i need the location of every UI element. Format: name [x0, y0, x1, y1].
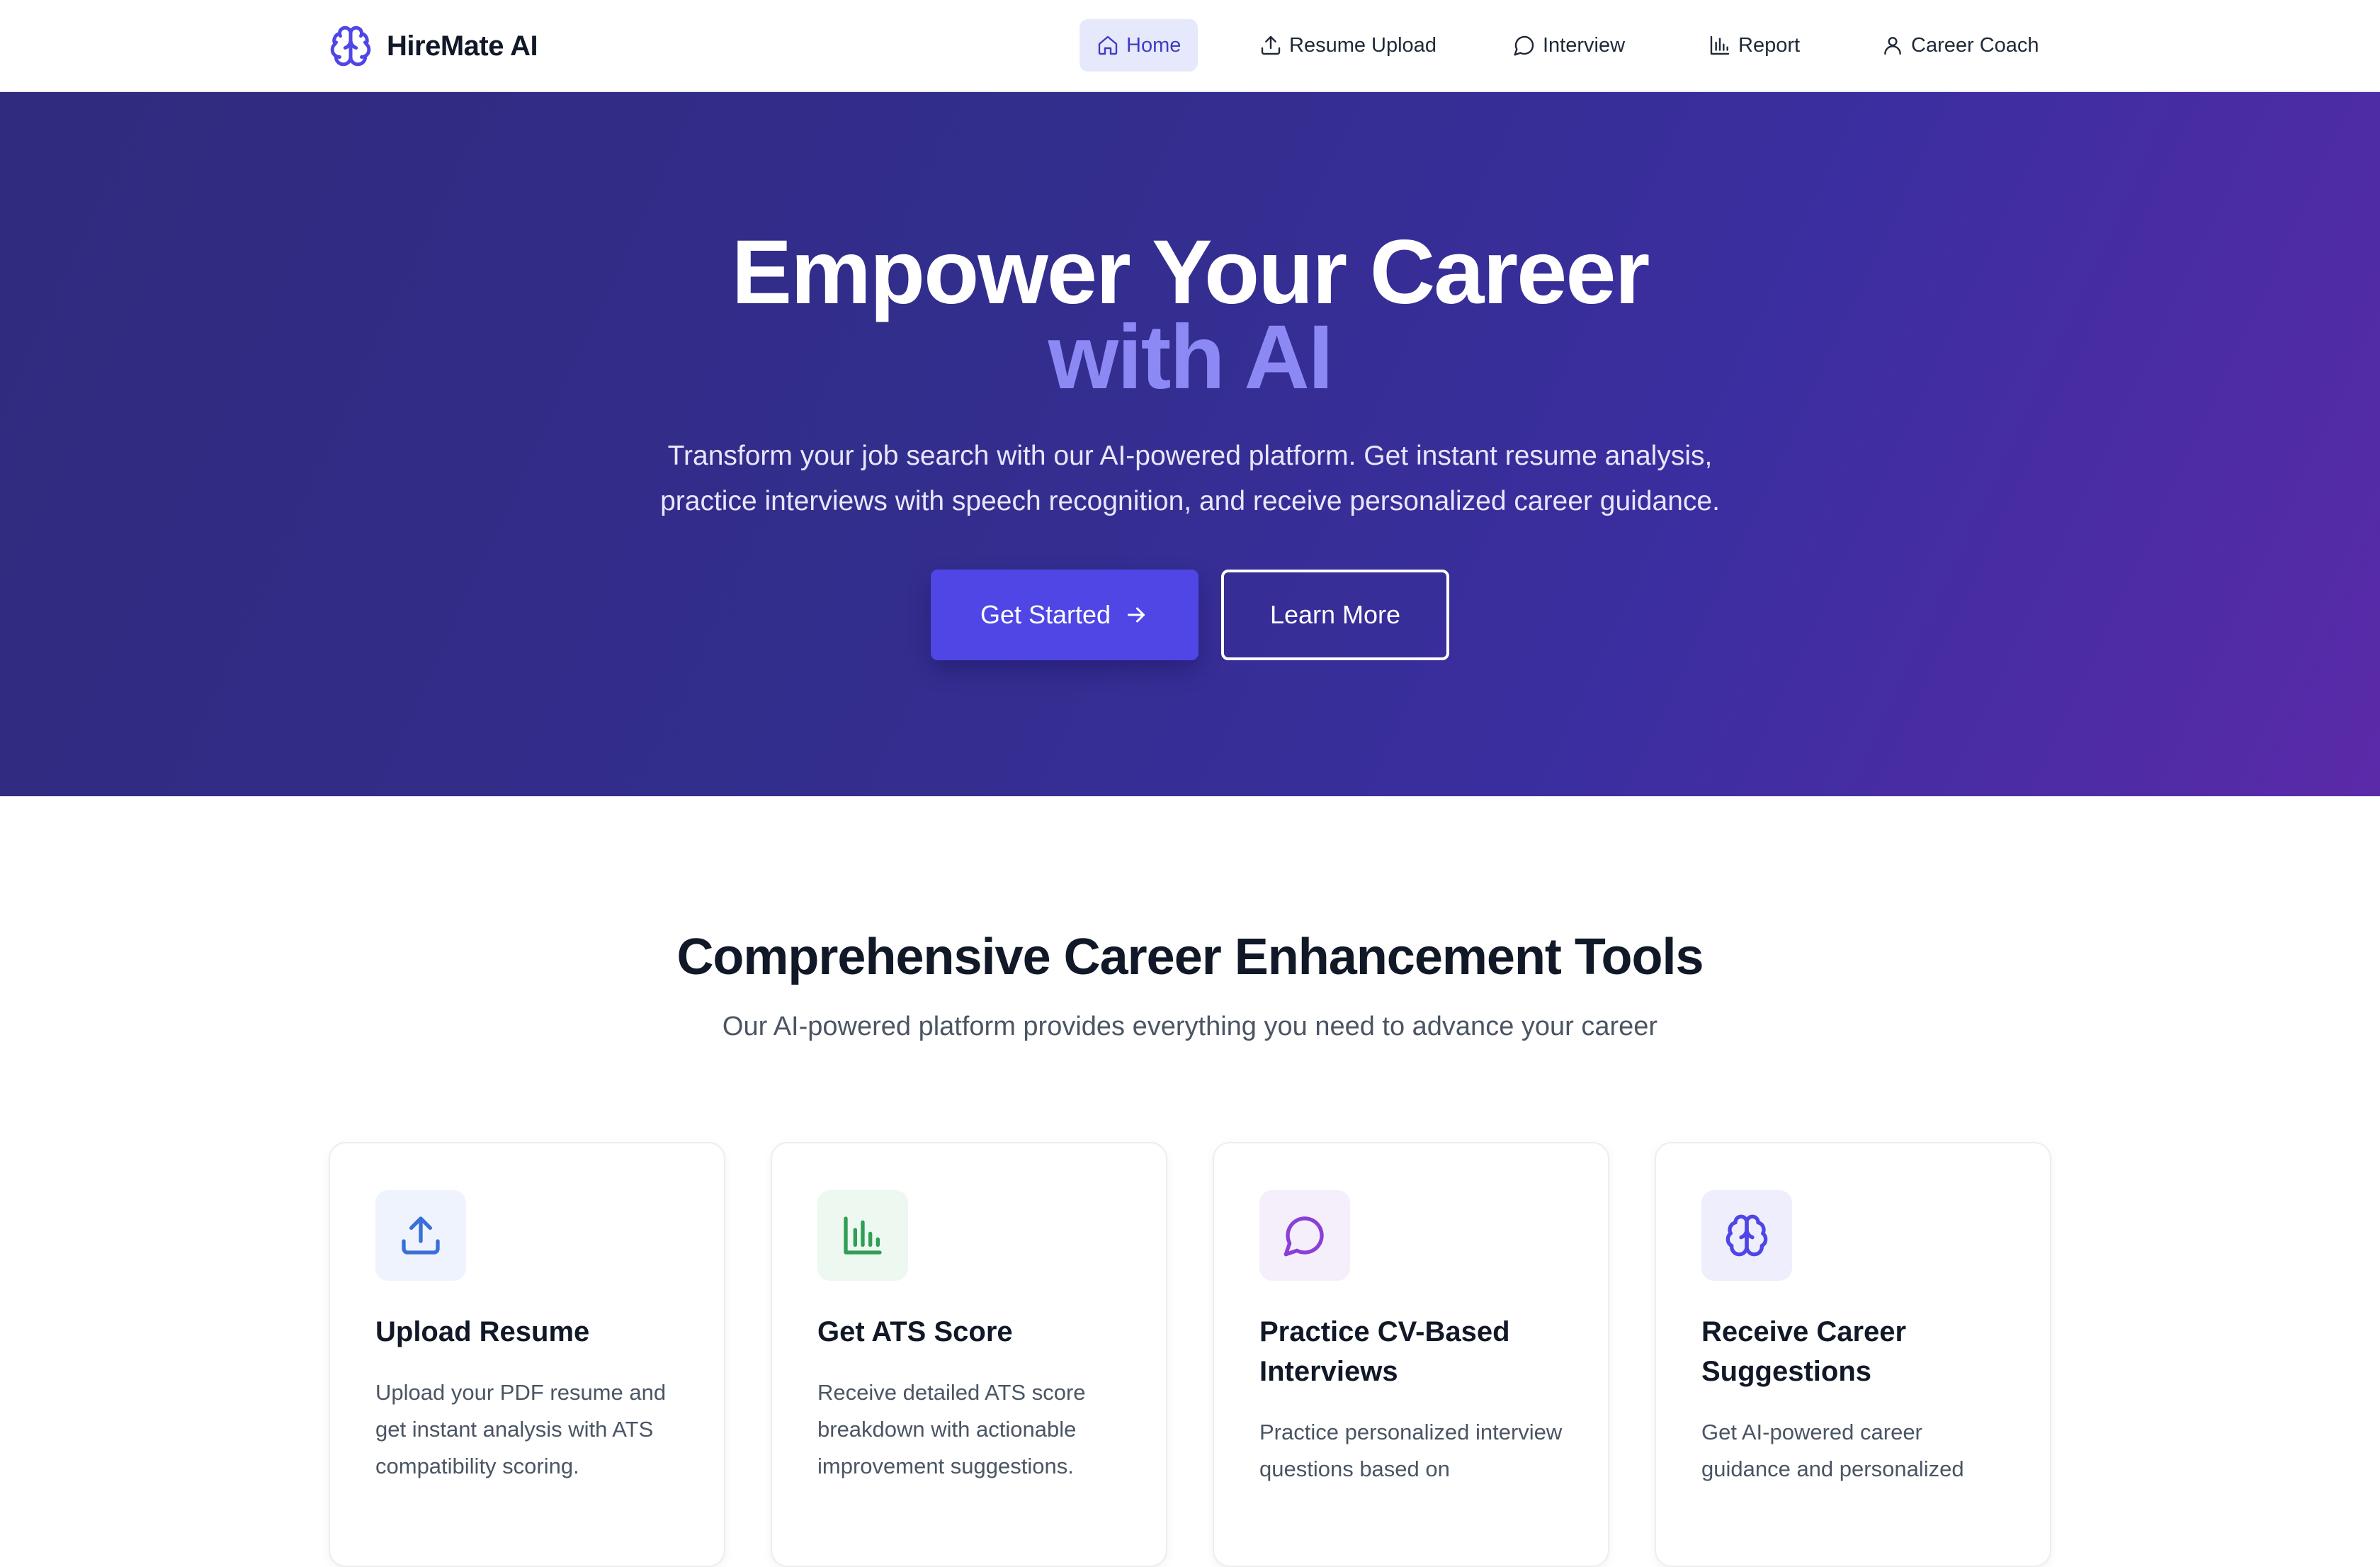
- feature-card-career-suggestions[interactable]: Receive Career Suggestions Get AI-powere…: [1655, 1142, 2051, 1567]
- nav-career-coach[interactable]: Career Coach: [1864, 19, 2056, 72]
- learn-more-button[interactable]: Learn More: [1221, 570, 1449, 660]
- upload-icon: [402, 1216, 440, 1255]
- bar-chart-icon: [1710, 35, 1730, 55]
- brand-name: HireMate AI: [387, 30, 538, 62]
- feature-title: Get ATS Score: [817, 1316, 1013, 1347]
- upload-icon: [1261, 35, 1281, 55]
- nav-home[interactable]: Home: [1080, 19, 1198, 72]
- nav-resume-upload-label: Resume Upload: [1289, 33, 1436, 57]
- chat-icon: [1514, 35, 1534, 56]
- nav-home-label: Home: [1126, 33, 1182, 57]
- nav-resume-upload[interactable]: Resume Upload: [1242, 19, 1454, 72]
- nav-report[interactable]: Report: [1692, 19, 1817, 72]
- nav-interview[interactable]: Interview: [1496, 19, 1642, 72]
- feature-icon-box: [1259, 1190, 1350, 1281]
- nav-report-label: Report: [1738, 33, 1801, 57]
- feature-icon-box: [375, 1190, 466, 1281]
- brain-icon: [330, 26, 371, 67]
- feature-description: Receive detailed ATS score breakdown wit…: [817, 1380, 1086, 1478]
- hero-title-highlight: with AI: [1048, 307, 1334, 408]
- brand-logo[interactable]: HireMate AI: [329, 21, 538, 71]
- feature-title: Practice CV-Based Interviews: [1259, 1316, 1510, 1387]
- nav-interview-label: Interview: [1543, 33, 1626, 57]
- bar-chart-icon: [844, 1216, 882, 1255]
- feature-icon-box: [1701, 1190, 1792, 1281]
- feature-icon-box: [817, 1190, 908, 1281]
- feature-card-upload-resume[interactable]: Upload Resume Upload your PDF resume and…: [329, 1142, 725, 1567]
- feature-card-ats-score[interactable]: Get ATS Score Receive detailed ATS score…: [771, 1142, 1167, 1567]
- feature-title: Upload Resume: [375, 1316, 590, 1347]
- features-subtitle: Our AI-powered platform provides everyth…: [722, 1012, 1658, 1041]
- hero-description: Transform your job search with our AI-po…: [660, 441, 1720, 516]
- get-started-label: Get Started: [980, 600, 1111, 629]
- arrow-right-icon: [1128, 607, 1145, 623]
- nav-career-coach-label: Career Coach: [1911, 33, 2039, 57]
- chat-icon: [1284, 1216, 1324, 1257]
- brain-icon: [1726, 1214, 1768, 1257]
- get-started-button[interactable]: Get Started: [931, 570, 1198, 660]
- feature-card-practice-interviews[interactable]: Practice CV-Based Interviews Practice pe…: [1213, 1142, 1609, 1567]
- feature-description: Get AI-powered career guidance and perso…: [1701, 1420, 1964, 1481]
- top-navbar: HireMate AI Home Resume Upload Interview…: [0, 0, 2380, 92]
- hero-section: Empower Your Career with AI Transform yo…: [0, 92, 2380, 796]
- feature-title: Receive Career Suggestions: [1701, 1316, 1907, 1387]
- feature-description: Upload your PDF resume and get instant a…: [375, 1380, 667, 1478]
- user-icon: [1884, 37, 1901, 55]
- learn-more-label: Learn More: [1269, 600, 1401, 629]
- home-icon: [1098, 35, 1118, 55]
- feature-description: Practice personalized interview question…: [1259, 1420, 1563, 1481]
- features-title: Comprehensive Career Enhancement Tools: [676, 929, 1704, 985]
